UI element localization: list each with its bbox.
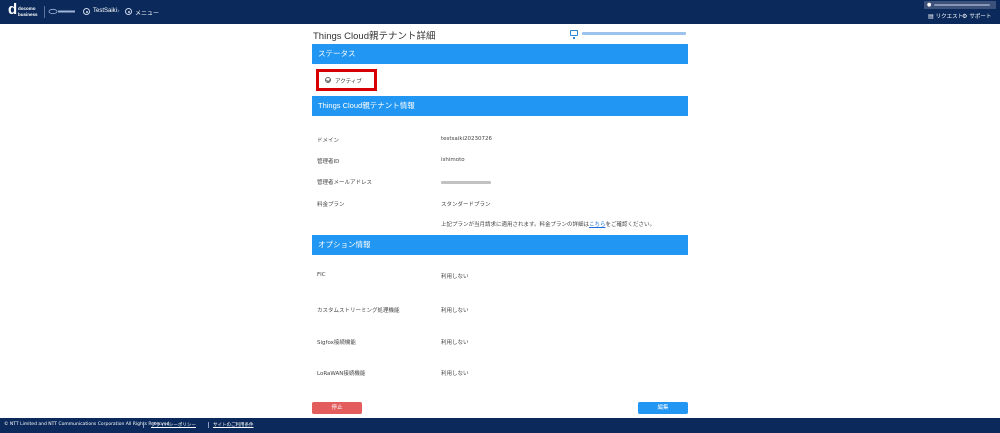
plan-note-text-before: 上記プランが当月請求に適用されます。料金プランの詳細は — [441, 222, 589, 228]
logo-line2: business — [18, 12, 38, 17]
user-account-chip[interactable]: ● — [924, 1, 996, 9]
breadcrumb-tenant[interactable]: TestSaiki — [93, 8, 117, 14]
top-navigation-bar: d docomo business TestSaiki › メニュー ● ▤ リク… — [0, 0, 1000, 24]
logo-mark: d — [8, 1, 18, 18]
price-plan-label: 料金プラン — [317, 202, 345, 208]
custom-streaming-label: カスタムストリーミング処理機能 — [317, 308, 400, 314]
footer-divider — [208, 422, 209, 428]
breadcrumb-menu[interactable]: メニュー — [135, 8, 159, 17]
tenant-icon — [83, 8, 90, 15]
ntt-logo-icon — [48, 8, 75, 15]
chevron-right-icon: › — [117, 7, 120, 15]
user-icon: ● — [927, 2, 932, 8]
sigfox-label: Sigfox接続機能 — [317, 340, 356, 346]
stop-button[interactable]: 停止 — [312, 402, 362, 414]
footer: © NTT Limited and NTT Communications Cor… — [0, 418, 1000, 433]
option-section-header: オプション情報 — [312, 235, 688, 255]
custom-streaming-value: 利用しない — [441, 308, 469, 314]
lorawan-value: 利用しない — [441, 371, 469, 377]
plan-note-text-after: をご確認ください。 — [605, 222, 655, 228]
status-value: アクティブ — [335, 79, 362, 85]
fic-value: 利用しない — [441, 274, 469, 280]
admin-email-label: 管理者メールアドレス — [317, 180, 373, 186]
plan-note: 上記プランが当月請求に適用されます。料金プランの詳細はこちらをご確認ください。 — [441, 220, 655, 228]
docomo-business-logo[interactable]: d docomo business — [8, 1, 44, 21]
check-circle-icon — [325, 77, 331, 83]
copyright-text: © NTT Limited and NTT Communications Cor… — [4, 422, 171, 427]
lorawan-label: LoRaWAN接続機能 — [317, 371, 366, 377]
menu-icon — [125, 8, 132, 15]
monitor-icon — [570, 30, 578, 39]
plan-details-link[interactable]: こちら — [589, 222, 606, 228]
domain-value: testsaiki20230726 — [441, 136, 493, 142]
admin-id-value: ishimoto — [441, 157, 465, 163]
admin-email-redacted — [441, 181, 491, 184]
status-section-header: ステータス — [312, 44, 688, 64]
user-name-redacted — [934, 4, 990, 6]
support-icon: ⚙ — [962, 14, 968, 20]
status-highlight-box: アクティブ — [316, 69, 377, 91]
page-title: Things Cloud親テナント詳細 — [313, 31, 436, 42]
tenant-info-section-header: Things Cloud親テナント情報 — [312, 96, 688, 116]
price-plan-value: スタンダードプラン — [441, 202, 491, 208]
logo-line1: docomo — [18, 6, 36, 11]
support-link[interactable]: ⚙ サポート — [962, 12, 991, 20]
footer-divider — [143, 422, 144, 428]
request-icon: ▤ — [928, 14, 934, 20]
tenant-url-link-redacted[interactable] — [582, 32, 686, 35]
domain-label: ドメイン — [317, 138, 340, 144]
logo-divider — [44, 6, 45, 18]
terms-of-use-link[interactable]: サイトのご利用条件 — [213, 422, 254, 428]
fic-label: FIC — [317, 272, 326, 278]
sigfox-value: 利用しない — [441, 340, 469, 346]
edit-button[interactable]: 編集 — [638, 402, 688, 414]
support-label: サポート — [969, 14, 992, 20]
request-link[interactable]: ▤ リクエスト — [928, 12, 963, 20]
request-label: リクエスト — [935, 14, 964, 20]
privacy-policy-link[interactable]: プライバシーポリシー — [151, 422, 196, 428]
admin-id-label: 管理者ID — [317, 159, 340, 165]
